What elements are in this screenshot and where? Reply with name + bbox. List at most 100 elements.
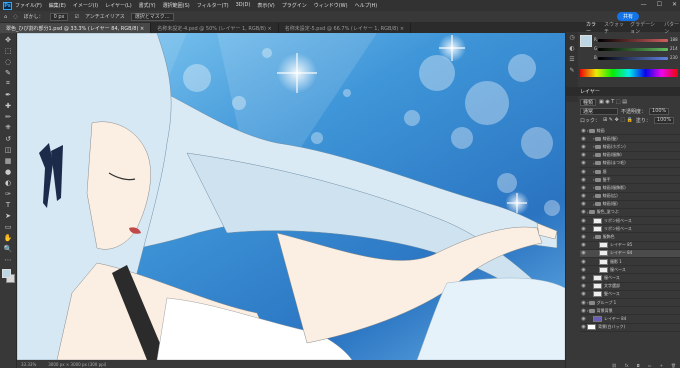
layer-row[interactable]: ◉ › 線画 bbox=[580, 127, 680, 136]
menu-item-10[interactable]: ウィンドウ(W) bbox=[314, 2, 348, 9]
marquee-tool-icon[interactable]: ⬚ bbox=[2, 46, 14, 55]
close-icon[interactable]: ✕ bbox=[672, 1, 677, 8]
menu-item-3[interactable]: レイヤー(L) bbox=[105, 2, 132, 9]
minimize-icon[interactable]: — bbox=[641, 1, 647, 8]
layer-row[interactable]: ◉ 服影 1 bbox=[580, 258, 680, 267]
gradient-tool-icon[interactable]: ▦ bbox=[2, 156, 14, 165]
color-panel-tab-1[interactable]: スウォッチ bbox=[604, 21, 624, 35]
slider-value-r[interactable]: 188 bbox=[670, 37, 678, 42]
eye-icon[interactable]: ◉ bbox=[580, 291, 587, 297]
eye-icon[interactable]: ◉ bbox=[580, 169, 587, 175]
eye-icon[interactable]: ◉ bbox=[580, 283, 587, 289]
foreground-color-swatch[interactable] bbox=[580, 35, 592, 47]
foreground-color-icon[interactable] bbox=[1, 269, 11, 278]
shape-tool-icon[interactable]: ▭ bbox=[2, 222, 14, 231]
layer-row[interactable]: ◉ › 線画(広) bbox=[580, 193, 680, 201]
menu-item-6[interactable]: フィルター(T) bbox=[197, 2, 229, 9]
document-tab-0[interactable]: 翠色_ひび割れ部分1.psd @ 33.3% (レイヤー 84, RGB/8) … bbox=[0, 23, 152, 33]
opacity-input[interactable]: 100% bbox=[649, 107, 670, 115]
history-tool-icon[interactable]: ↺ bbox=[2, 134, 14, 143]
eye-icon[interactable]: ◉ bbox=[580, 226, 587, 232]
maximize-icon[interactable]: ☐ bbox=[657, 1, 662, 8]
layer-row[interactable]: ◉ › 線画(服飾) bbox=[580, 152, 680, 160]
layer-filter-select[interactable]: 種類 bbox=[580, 98, 597, 106]
eye-icon[interactable]: ◉ bbox=[580, 300, 587, 306]
layer-row[interactable]: ◉ 服ベース bbox=[580, 274, 680, 283]
menu-item-11[interactable]: ヘルプ(H) bbox=[355, 2, 378, 9]
select-and-mask-button[interactable]: 選択とマスク... bbox=[130, 12, 174, 21]
layer-row[interactable]: ◉ › 線画(服飾影) bbox=[580, 184, 680, 193]
color-swatches[interactable] bbox=[1, 269, 15, 283]
color-spectrum[interactable] bbox=[580, 69, 678, 77]
menu-item-0[interactable]: ファイル(F) bbox=[15, 2, 42, 9]
eye-icon[interactable]: ◉ bbox=[580, 201, 587, 207]
menu-item-5[interactable]: 選択範囲(S) bbox=[163, 2, 190, 9]
eye-icon[interactable]: ◉ bbox=[580, 316, 587, 322]
slider-b[interactable] bbox=[598, 57, 668, 60]
lasso-tool-icon[interactable]: ◌ bbox=[2, 57, 14, 66]
color-panel-tab-2[interactable]: グラデーション bbox=[630, 21, 658, 35]
home-icon[interactable]: ⌂ bbox=[4, 14, 7, 20]
layer-row[interactable]: ◉ › グループ 1 bbox=[580, 299, 680, 308]
layer-row[interactable]: ◉ 髪ベース bbox=[580, 291, 680, 299]
menu-item-7[interactable]: 3D(D) bbox=[236, 2, 251, 9]
pen-tool-icon[interactable]: ✑ bbox=[2, 189, 14, 198]
new-layer-icon[interactable]: + bbox=[660, 363, 663, 368]
mask-icon[interactable]: ◘ bbox=[637, 363, 640, 368]
layer-row[interactable]: ◉ › 服飾色 bbox=[580, 233, 680, 242]
slider-value-g[interactable]: 214 bbox=[670, 46, 678, 51]
more-tool-icon[interactable]: ⋯ bbox=[2, 255, 14, 264]
slider-g[interactable] bbox=[598, 48, 668, 51]
path-select-tool-icon[interactable]: ➤ bbox=[2, 211, 14, 220]
brush-tool-icon[interactable]: ✏ bbox=[2, 112, 14, 121]
zoom-level[interactable]: 33.33% bbox=[21, 362, 36, 367]
layer-row[interactable]: ◉ › 背景背景 bbox=[580, 307, 680, 316]
eye-icon[interactable]: ◉ bbox=[580, 128, 587, 134]
dodge-tool-icon[interactable]: ◐ bbox=[2, 178, 14, 187]
crop-tool-icon[interactable]: ⌗ bbox=[2, 79, 14, 88]
document-tab-2[interactable]: 名称未設定-5.psd @ 66.7% (レイヤー 1, RGB/8) × bbox=[279, 23, 412, 33]
eye-icon[interactable]: ◉ bbox=[580, 193, 587, 199]
brush-settings-icon[interactable]: ✎ bbox=[569, 67, 574, 74]
document-canvas[interactable] bbox=[17, 33, 565, 360]
layer-row[interactable]: ◉ リボン紐ベース bbox=[580, 225, 680, 234]
layer-row[interactable]: ◉ › 線画(服) bbox=[580, 201, 680, 209]
menu-item-8[interactable]: 表示(V) bbox=[257, 2, 274, 9]
layer-row[interactable]: ◉ レイヤー 84 bbox=[580, 315, 680, 324]
eye-icon[interactable]: ◉ bbox=[580, 267, 587, 273]
history-icon[interactable]: ◷ bbox=[569, 34, 574, 41]
color-panel-tab-3[interactable]: パターン bbox=[664, 21, 680, 35]
eye-icon[interactable]: ◉ bbox=[580, 152, 587, 158]
healing-tool-icon[interactable]: ✚ bbox=[2, 101, 14, 110]
adjustments-icon[interactable]: ◐ bbox=[569, 45, 574, 52]
layer-row[interactable]: ◉ レイヤー 84 bbox=[580, 249, 680, 258]
slider-value-b[interactable]: 230 bbox=[670, 55, 678, 60]
eyedropper-tool-icon[interactable]: ✒ bbox=[2, 90, 14, 99]
fill-input[interactable]: 100% bbox=[653, 116, 675, 124]
layer-row[interactable]: ◉ 服ベース bbox=[580, 266, 680, 275]
eye-icon[interactable]: ◉ bbox=[580, 275, 587, 281]
zoom-tool-icon[interactable]: 🔍 bbox=[2, 244, 14, 253]
eye-icon[interactable]: ◉ bbox=[580, 259, 587, 265]
menu-item-1[interactable]: 編集(E) bbox=[49, 2, 66, 9]
lock-icons[interactable]: ⊞ ✎ ✥ ⬚ 🔒 bbox=[603, 117, 633, 123]
eye-icon[interactable]: ◉ bbox=[580, 324, 587, 330]
eye-icon[interactable]: ◉ bbox=[580, 185, 587, 191]
menu-item-9[interactable]: プラグイン bbox=[282, 2, 307, 9]
type-tool-icon[interactable]: T bbox=[2, 200, 14, 209]
slider-r[interactable] bbox=[598, 39, 668, 42]
quick-select-tool-icon[interactable]: ✎ bbox=[2, 68, 14, 77]
layer-row[interactable]: ◉ › 線画(まつ毛) bbox=[580, 160, 680, 168]
eye-icon[interactable]: ◉ bbox=[580, 308, 587, 314]
hand-tool-icon[interactable]: ✋ bbox=[2, 233, 14, 242]
eye-icon[interactable]: ◉ bbox=[580, 177, 587, 183]
layer-row[interactable]: ◉ 背景(白バック) bbox=[580, 324, 680, 332]
layer-row[interactable]: ◉ › 線画(ホボン) bbox=[580, 143, 680, 152]
stamp-tool-icon[interactable]: ⎈ bbox=[2, 123, 14, 132]
photoshop-logo-icon[interactable]: Ps bbox=[3, 1, 12, 10]
layer-row[interactable]: ◉ › 髪手 bbox=[580, 176, 680, 185]
eye-icon[interactable]: ◉ bbox=[580, 209, 587, 215]
link-icon[interactable]: ⛓ bbox=[612, 363, 617, 368]
menu-item-4[interactable]: 書式(Y) bbox=[139, 2, 156, 9]
layer-row[interactable]: ◉ レイヤー 85 bbox=[580, 242, 680, 250]
